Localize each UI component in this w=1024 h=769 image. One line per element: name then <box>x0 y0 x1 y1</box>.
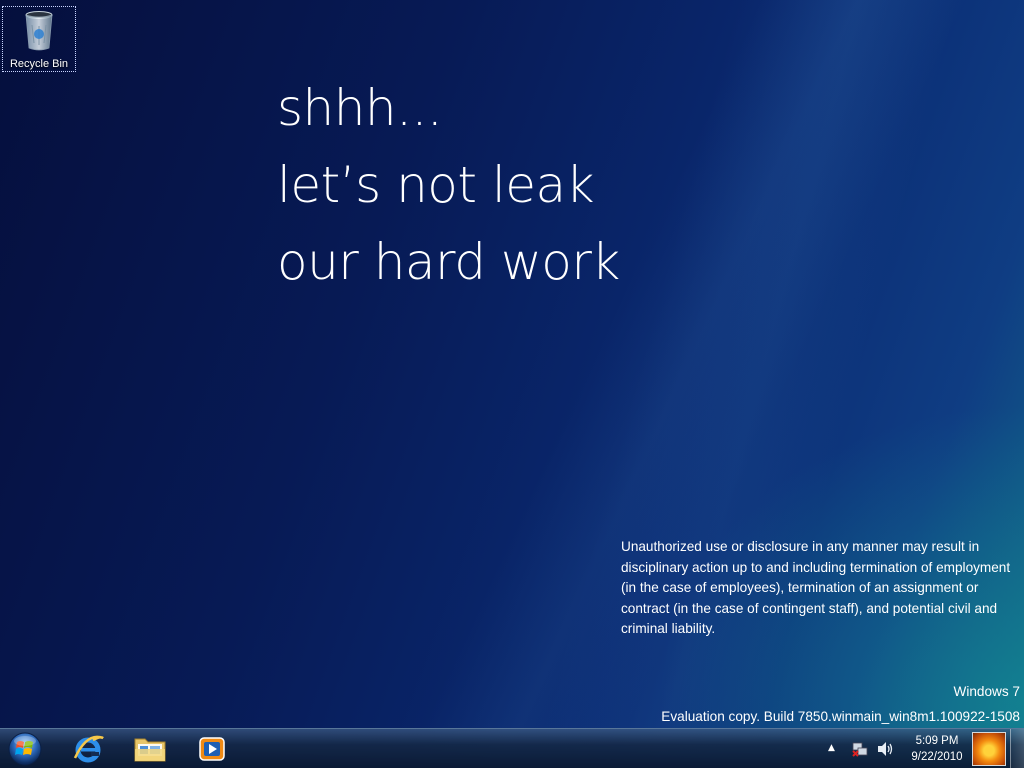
headline-line-2: let’s not leak <box>277 147 620 224</box>
headline-line-1: shhh... <box>277 70 620 147</box>
folder-icon <box>132 733 168 765</box>
clock-time: 5:09 PM <box>902 733 972 749</box>
speaker-icon[interactable] <box>876 741 894 757</box>
watermark-build: Evaluation copy. Build 7850.winmain_win8… <box>661 709 1020 724</box>
show-desktop-button[interactable] <box>1010 729 1024 769</box>
headline: shhh... let’s not leak our hard work <box>277 70 620 301</box>
windows-start-orb-icon[interactable] <box>4 730 46 768</box>
recycle-bin-label: Recycle Bin <box>3 58 75 70</box>
taskbar-media-player[interactable] <box>184 731 240 767</box>
user-picture-flower-icon[interactable] <box>972 732 1006 766</box>
network-icon[interactable] <box>852 741 868 757</box>
internet-explorer-icon <box>71 732 105 766</box>
headline-line-3: our hard work <box>277 224 620 301</box>
recycle-bin-icon <box>24 10 54 52</box>
media-player-icon <box>197 734 227 764</box>
taskbar: ▲ 5:09 PM 9/22/2010 <box>0 728 1024 768</box>
desktop[interactable]: Recycle Bin shhh... let’s not leak our h… <box>0 0 1024 768</box>
legal-notice: Unauthorized use or disclosure in any ma… <box>621 537 1021 640</box>
recycle-bin-shortcut[interactable]: Recycle Bin <box>2 6 76 72</box>
taskbar-windows-explorer[interactable] <box>122 731 178 767</box>
show-hidden-icons-button[interactable]: ▲ <box>828 743 835 753</box>
watermark-product: Windows 7 <box>954 684 1020 699</box>
taskbar-internet-explorer[interactable] <box>60 731 116 767</box>
clock-date: 9/22/2010 <box>902 749 972 765</box>
taskbar-clock[interactable]: 5:09 PM 9/22/2010 <box>902 733 972 765</box>
